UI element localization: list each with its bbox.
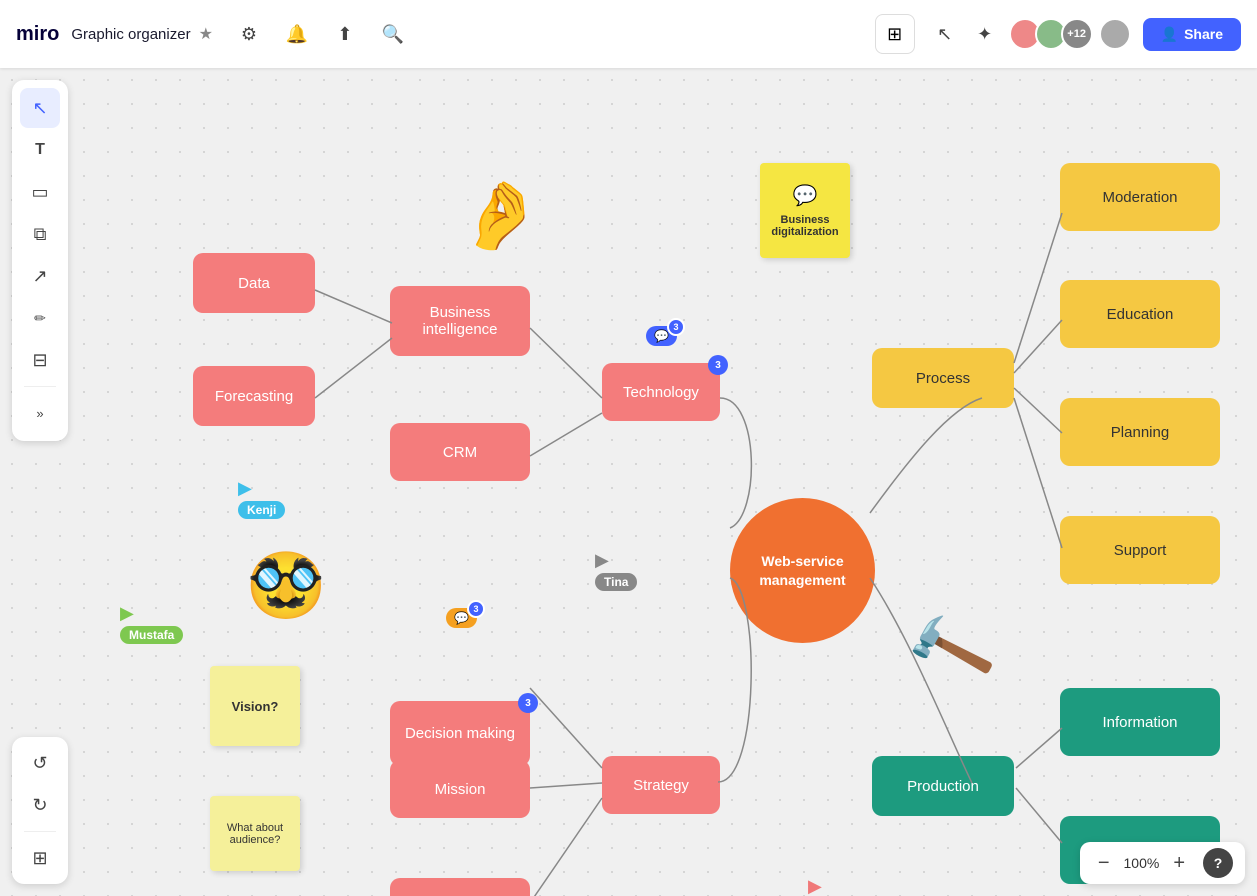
decision-making-chat-badge: 3 [518,693,538,713]
information-node[interactable]: Information [1060,688,1220,756]
comment-cursor-button[interactable]: ✦ [967,16,1003,52]
technology-chat-icon[interactable]: 💬 3 [646,326,677,346]
crm-node[interactable]: CRM [390,423,530,481]
avatar-count[interactable]: +12 [1061,18,1093,50]
technology-node[interactable]: 3 Technology [602,363,720,421]
hammer-sticker: 🔨 [900,602,1001,700]
cursor-tools: ↖ ✦ [927,16,1003,52]
business-intelligence-node[interactable]: Business intelligence [390,286,530,356]
mission-node[interactable]: Mission [390,760,530,818]
line-tool-button[interactable]: ↗ [20,256,60,296]
select-tool-button[interactable]: ↖ [20,88,60,128]
pointer-tool-button[interactable]: ↖ [927,16,963,52]
share-icon: 👤 [1161,26,1178,43]
sticky-icon: 💬 [793,183,818,208]
export-icon[interactable]: ⬆ [329,18,361,50]
miro-logo: miro [16,23,59,46]
bottom-left-toolbar: ↺ ↻ ⊞ [12,737,68,884]
board-title: Graphic organizer [71,26,190,43]
zoom-controls: − 100% + ? [1080,842,1245,884]
avatar-self [1099,18,1131,50]
audience-sticky[interactable]: What about audience? [210,796,300,871]
education-node[interactable]: Education [1060,280,1220,348]
grid-view-button[interactable]: ⊞ [875,14,915,54]
support-node[interactable]: Support [1060,516,1220,584]
favorite-star-icon[interactable]: ★ [199,24,213,44]
bottom-divider [24,831,56,832]
production-node[interactable]: Production [872,756,1014,816]
header: miro Graphic organizer ★ ⚙ 🔔 ⬆ 🔍 ⊞ ↖ ✦ +… [0,0,1257,68]
left-toolbar: ↖ T ▭ ⧉ ↗ ✏ ⊟ » [12,80,68,441]
center-node[interactable]: Web-service management [730,498,875,643]
help-button[interactable]: ? [1203,848,1233,878]
toolbar-divider [24,386,56,387]
process-node[interactable]: Process [872,348,1014,408]
settings-icon[interactable]: ⚙ [233,18,265,50]
forecasting-node[interactable]: Forecasting [193,366,315,426]
zoom-level-display: 100% [1124,855,1160,871]
strategy-node[interactable]: Strategy [602,756,720,814]
decision-making-node[interactable]: 3 Decision making [390,701,530,766]
moderation-node[interactable]: Moderation [1060,163,1220,231]
frame-tool-button[interactable]: ⊟ [20,340,60,380]
vision-sticky[interactable]: Vision? [210,666,300,746]
market-node[interactable]: Market [390,878,530,896]
zoom-in-button[interactable]: + [1167,850,1191,877]
cursor-mustafa: ▶ Mustafa [120,603,183,644]
canvas[interactable]: Web-service management Data Forecasting … [0,68,1257,896]
undo-button[interactable]: ↺ [20,743,60,783]
share-button[interactable]: 👤 Share [1143,18,1241,51]
search-icon[interactable]: 🔍 [377,18,409,50]
cursor-tina: ▶ Tina [595,550,637,591]
cursor-kenji: ▶ Kenji [238,478,285,519]
data-node[interactable]: Data [193,253,315,313]
panel-toggle-button[interactable]: ⊞ [20,838,60,878]
header-right: ⊞ ↖ ✦ +12 👤 Share [875,14,1241,54]
business-digitalization-sticky[interactable]: 💬 Business digitalization [760,163,850,258]
header-actions: ⚙ 🔔 ⬆ 🔍 [233,18,409,50]
hand-sticker: 🤌 [454,172,546,260]
glasses-sticker: 🥸 [246,548,326,623]
cursor-maggie: ▶ Maggie [808,876,867,896]
text-tool-button[interactable]: T [20,130,60,170]
redo-button[interactable]: ↻ [20,785,60,825]
planning-node[interactable]: Planning [1060,398,1220,466]
zoom-out-button[interactable]: − [1092,850,1116,877]
pen-tool-button[interactable]: ✏ [20,298,60,338]
technology-chat-badge: 3 [708,355,728,375]
sticky-tool-button[interactable]: ▭ [20,172,60,212]
collaborator-avatars: +12 [1015,18,1131,50]
notifications-icon[interactable]: 🔔 [281,18,313,50]
shapes-tool-button[interactable]: ⧉ [20,214,60,254]
decision-chat-icon[interactable]: 💬 3 [446,608,477,628]
more-tools-button[interactable]: » [20,393,60,433]
